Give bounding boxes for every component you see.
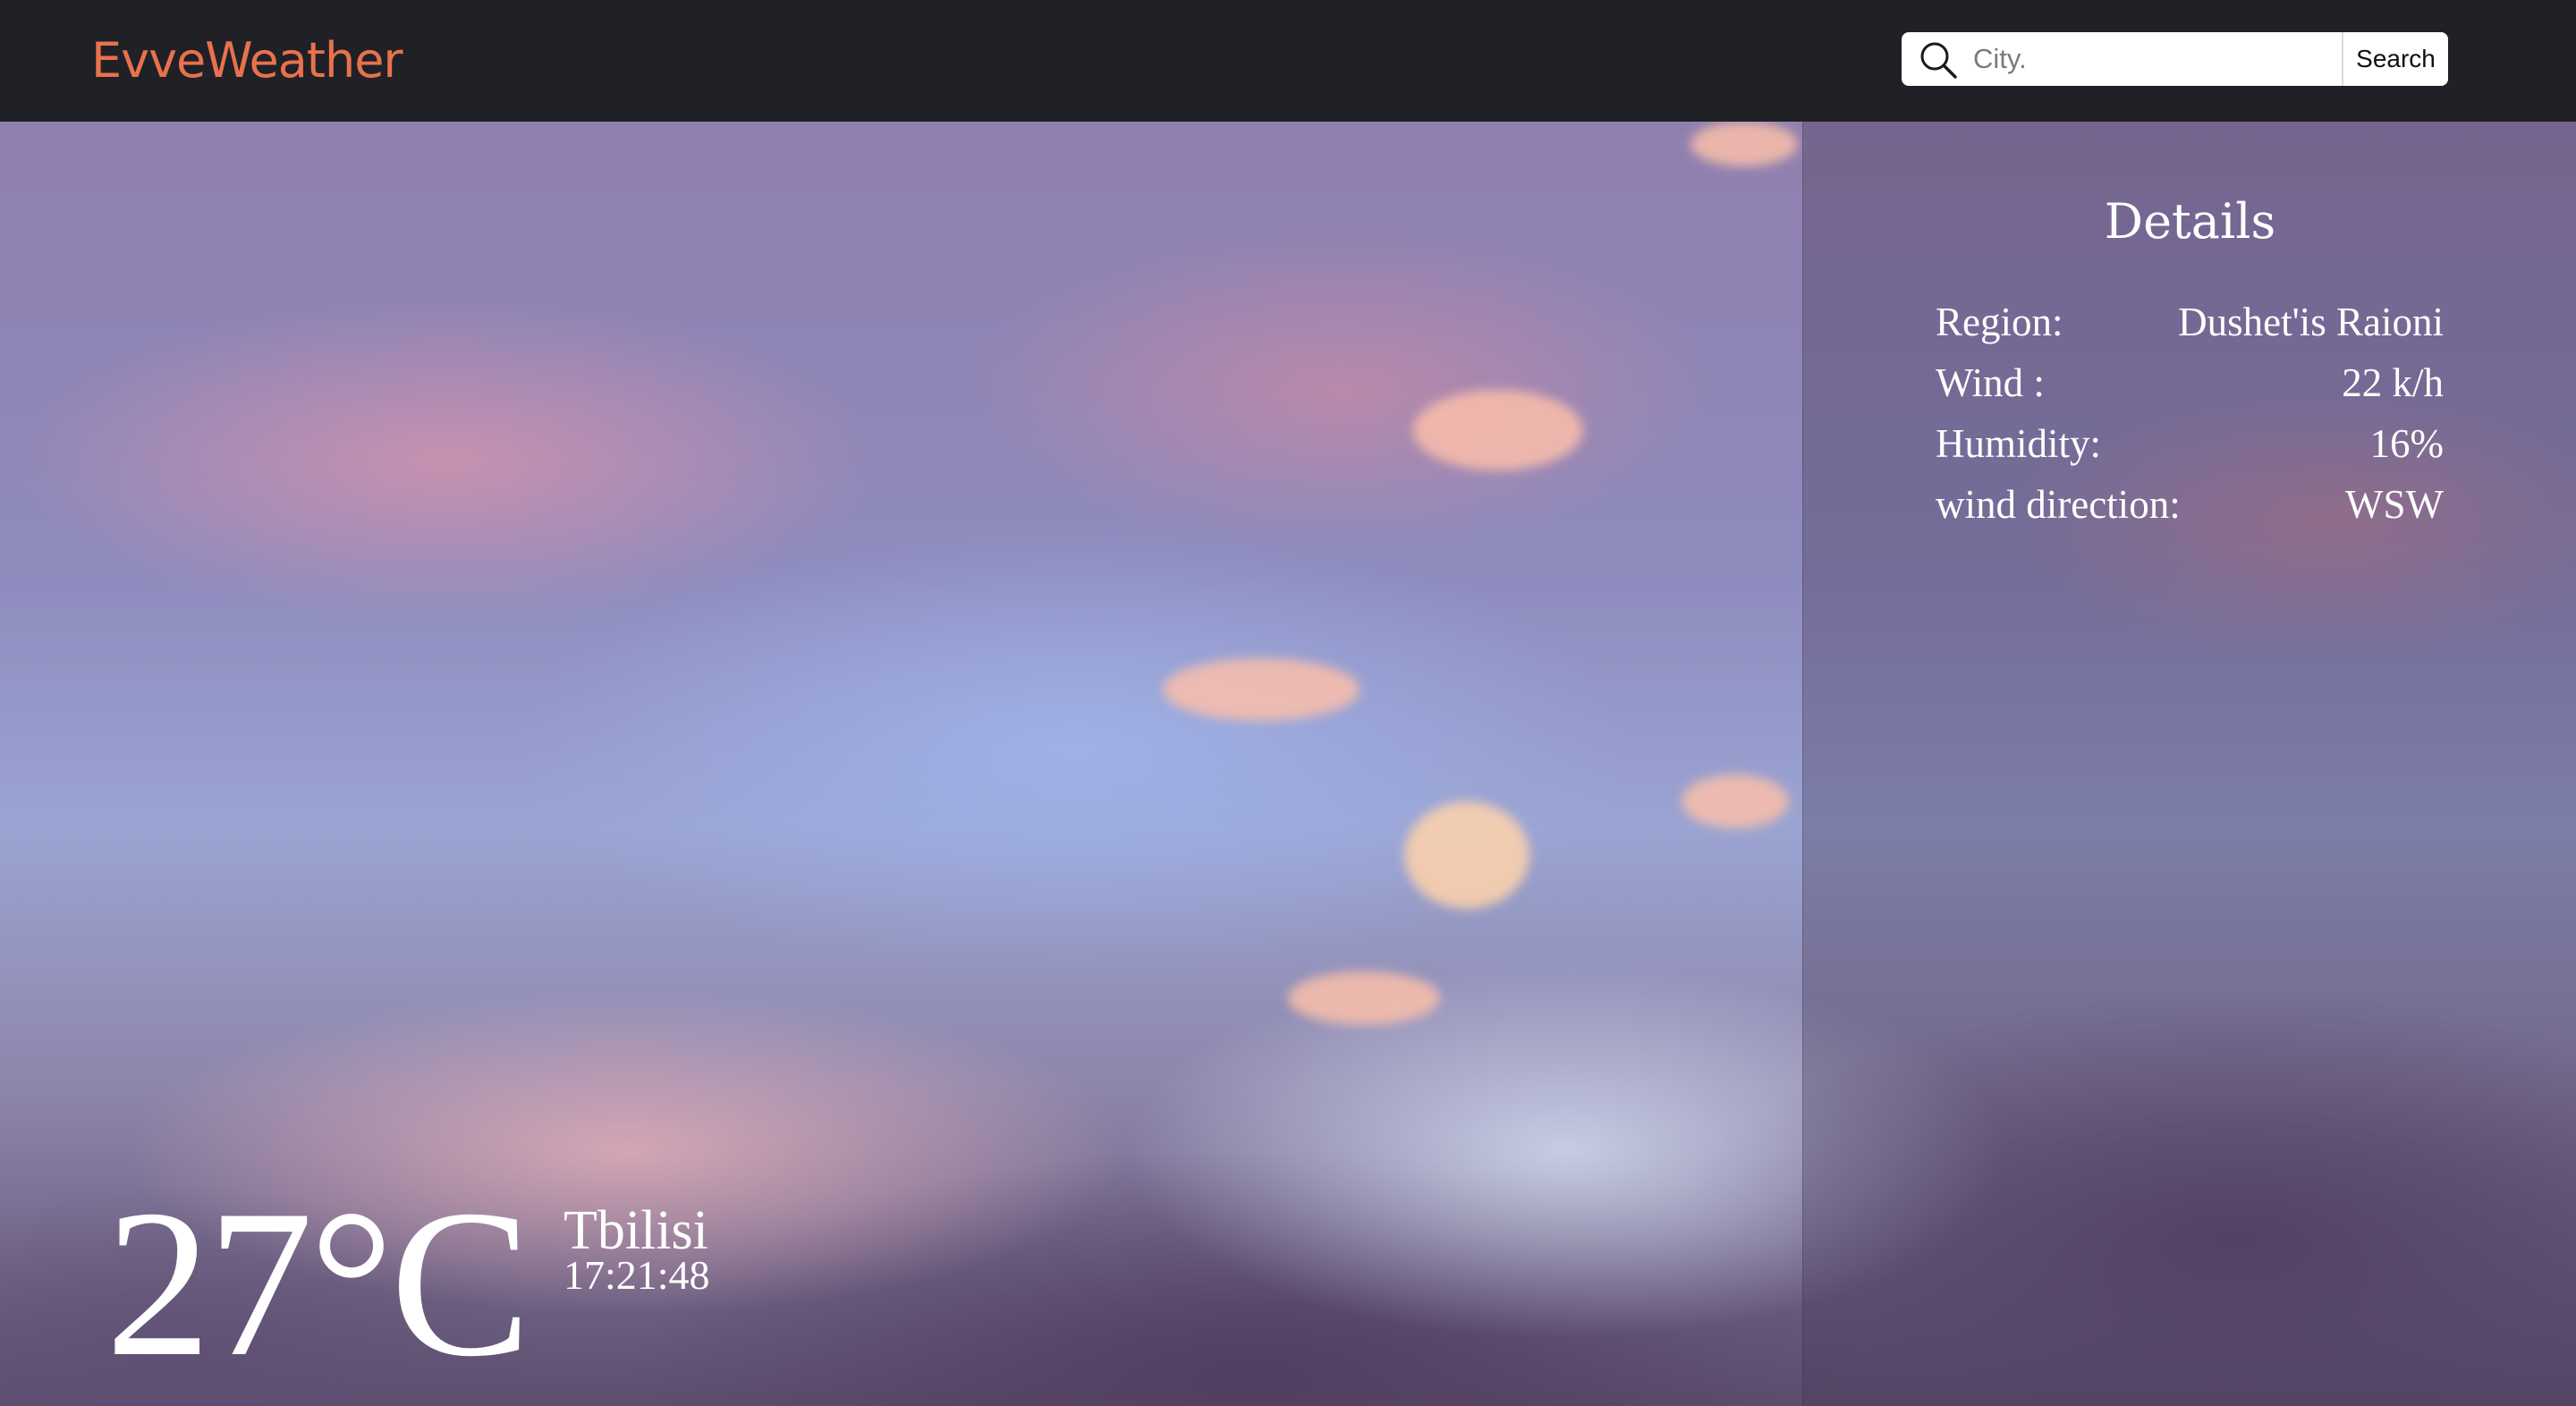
search-button[interactable]: Search bbox=[2342, 32, 2448, 86]
cloud-highlight bbox=[1163, 658, 1360, 721]
search-bar: Search bbox=[1902, 32, 2448, 86]
weather-background: Details Region: Dushet'is Raioni Wind : … bbox=[0, 122, 2576, 1406]
detail-label: Region: bbox=[1936, 300, 2063, 344]
detail-row-wind: Wind : 22 k/h bbox=[1936, 360, 2444, 415]
temperature: 27°C bbox=[106, 1167, 531, 1401]
details-title: Details bbox=[2104, 193, 2276, 250]
detail-value: WSW bbox=[2345, 482, 2444, 527]
detail-value: 22 k/h bbox=[2342, 360, 2444, 405]
details-panel: Details Region: Dushet'is Raioni Wind : … bbox=[1802, 122, 2576, 1406]
detail-label: wind direction: bbox=[1936, 482, 2181, 527]
cloud-highlight bbox=[1413, 390, 1583, 470]
detail-label: Humidity: bbox=[1936, 421, 2102, 466]
detail-label: Wind : bbox=[1936, 360, 2045, 405]
local-time: 17:21:48 bbox=[564, 1252, 710, 1298]
cloud-highlight bbox=[1404, 801, 1530, 909]
detail-value: Dushet'is Raioni bbox=[2178, 300, 2444, 344]
app-logo[interactable]: EvveWeather bbox=[91, 27, 403, 95]
detail-row-region: Region: Dushet'is Raioni bbox=[1936, 299, 2444, 354]
cloud-highlight bbox=[1288, 971, 1440, 1025]
cloud-highlight bbox=[1690, 122, 1798, 166]
search-icon bbox=[1920, 42, 1957, 79]
navbar: EvveWeather Search bbox=[0, 0, 2576, 122]
detail-row-wind-direction: wind direction: WSW bbox=[1936, 481, 2444, 537]
cloud-highlight bbox=[1682, 775, 1789, 828]
detail-row-humidity: Humidity: 16% bbox=[1936, 420, 2444, 476]
city-name: Tbilisi bbox=[564, 1200, 708, 1261]
detail-value: 16% bbox=[2369, 421, 2445, 466]
